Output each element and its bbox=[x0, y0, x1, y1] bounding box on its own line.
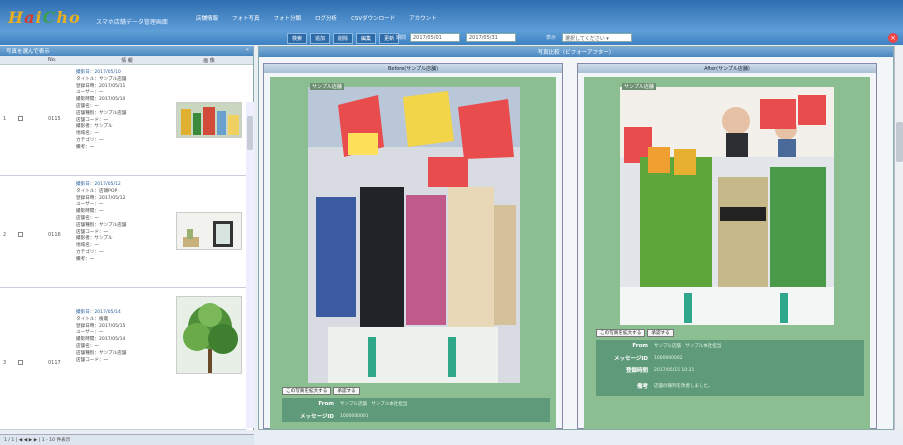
before-photo-label: サンプル店舗 bbox=[310, 83, 344, 90]
top-nav: 店舗情報 フォト写真 フォト分類 ログ分析 CSVダウンロード アカウント bbox=[196, 14, 437, 22]
top-header: HaiCho スマホ店舗データ管理画面 店舗情報 フォト写真 フォト分類 ログ分… bbox=[0, 0, 903, 30]
nav-item-account[interactable]: アカウント bbox=[409, 14, 437, 22]
after-frame: サンプル店舗 この写真を拡大する 承認する From サンプル店舗 サンプル本社担… bbox=[584, 77, 870, 429]
edit-button[interactable]: 編集 bbox=[356, 33, 377, 44]
row-index: 1 bbox=[3, 116, 7, 122]
before-enlarge-button[interactable]: この写真を拡大する bbox=[282, 387, 332, 395]
pagination-bar[interactable]: 1 / 1 | ◀ ◀ ▶ ▶ | 1 - 10 件表示 bbox=[0, 434, 254, 445]
before-photo[interactable] bbox=[308, 87, 520, 383]
display-select[interactable]: 選択してください ▾ bbox=[562, 33, 632, 42]
nav-item-csv[interactable]: CSVダウンロード bbox=[351, 14, 395, 22]
row-checkbox[interactable] bbox=[18, 360, 23, 365]
after-enlarge-button[interactable]: この写真を拡大する bbox=[596, 329, 646, 337]
row-checkbox[interactable] bbox=[18, 116, 23, 121]
photo-thumbnail[interactable] bbox=[176, 212, 242, 250]
after-photo-label: サンプル店舗 bbox=[622, 83, 656, 90]
row-number: 0117 bbox=[48, 360, 61, 366]
comparison-header: 写真比較（ビフォーアフター） bbox=[259, 47, 893, 57]
toolbar: 検索 追加 削除 編集 更新 期間 2017/05/01 2017/05/31 … bbox=[0, 30, 903, 45]
add-button[interactable]: 追加 bbox=[310, 33, 331, 44]
table-row[interactable]: 3 0117 撮影日：2017/05/14 タイトル：植栽 登録日時：2017/05… bbox=[0, 290, 246, 430]
photo-thumbnail[interactable] bbox=[176, 102, 242, 138]
row-number: 0116 bbox=[48, 232, 61, 238]
after-photo[interactable] bbox=[620, 87, 834, 325]
list-column-header: No. 情 報 画 像 bbox=[0, 56, 253, 65]
col-image[interactable]: 画 像 bbox=[176, 56, 242, 64]
row-index: 2 bbox=[3, 232, 7, 238]
date-from-input[interactable]: 2017/05/01 bbox=[410, 33, 460, 42]
list-scrollbar[interactable] bbox=[246, 102, 254, 428]
brand-subtitle: スマホ店舗データ管理画面 bbox=[96, 19, 168, 26]
before-header: Before(サンプル店舗) bbox=[264, 64, 562, 73]
row-info: 撮影日：2017/05/10 タイトル：サンプル店舗 登録日時：2017/05/11… bbox=[76, 70, 127, 150]
delete-button[interactable]: 削除 bbox=[333, 33, 354, 44]
after-info: From サンプル店舗 サンプル本社担当 メッセージID 1000000002 登録… bbox=[596, 340, 864, 396]
before-info: From サンプル店舗 サンプル本社担当 メッセージID 1000000001 bbox=[282, 398, 550, 422]
date-to-input[interactable]: 2017/05/31 bbox=[466, 33, 516, 42]
row-checkbox[interactable] bbox=[18, 232, 23, 237]
app-logo[interactable]: HaiCho bbox=[8, 8, 81, 27]
after-actions: この写真を拡大する 承認する bbox=[596, 329, 674, 337]
photo-list-panel: 写真を選んで表示 « No. 情 報 画 像 1 0115 撮影日：2017/0… bbox=[0, 46, 254, 445]
list-panel-header: 写真を選んで表示 « bbox=[0, 46, 253, 56]
after-panel: After(サンプル店舗) サンプル店舗 この写真を拡大する 承認する From… bbox=[577, 63, 877, 429]
date-label: 期間 bbox=[396, 35, 407, 41]
col-info[interactable]: 情 報 bbox=[78, 56, 176, 64]
before-panel: Before(サンプル店舗) サンプル店舗 この写真を拡大する 承認する Fro… bbox=[263, 63, 563, 429]
row-info: 撮影日：2017/05/14 タイトル：植栽 登録日時：2017/05/15 ユーザー… bbox=[76, 310, 127, 363]
close-icon[interactable]: × bbox=[888, 33, 898, 43]
before-frame: サンプル店舗 この写真を拡大する 承認する From サンプル店舗 サンプル本社担… bbox=[270, 77, 556, 429]
row-info: 撮影日：2017/05/12 タイトル：店頭POP 登録日時：2017/05/12 ユ… bbox=[76, 182, 127, 262]
col-no[interactable]: No. bbox=[44, 56, 78, 64]
search-button[interactable]: 検索 bbox=[287, 33, 308, 44]
comparison-panel: 写真比較（ビフォーアフター） Before(サンプル店舗) サンプル店舗 この写… bbox=[258, 46, 894, 430]
select-label: 表示 bbox=[546, 35, 557, 41]
row-number: 0115 bbox=[48, 116, 61, 122]
nav-item-store-info[interactable]: 店舗情報 bbox=[196, 14, 218, 22]
after-approve-button[interactable]: 承認する bbox=[647, 329, 674, 337]
nav-item-photo[interactable]: フォト写真 bbox=[232, 14, 260, 22]
before-actions: この写真を拡大する 承認する bbox=[282, 387, 360, 395]
photo-thumbnail[interactable] bbox=[176, 296, 242, 374]
collapse-icon[interactable]: « bbox=[246, 47, 249, 53]
nav-item-log[interactable]: ログ分析 bbox=[315, 14, 337, 22]
chevron-down-icon: ▾ bbox=[606, 36, 609, 42]
table-row[interactable]: 1 0115 撮影日：2017/05/10 タイトル：サンプル店舗 登録日時：201… bbox=[0, 66, 246, 176]
table-row[interactable]: 2 0116 撮影日：2017/05/12 タイトル：店頭POP 登録日時：2017… bbox=[0, 178, 246, 288]
main-scrollbar[interactable] bbox=[894, 46, 903, 430]
after-header: After(サンプル店舗) bbox=[578, 64, 876, 73]
before-approve-button[interactable]: 承認する bbox=[333, 387, 360, 395]
nav-item-photo-category[interactable]: フォト分類 bbox=[274, 14, 302, 22]
row-index: 3 bbox=[3, 360, 7, 366]
